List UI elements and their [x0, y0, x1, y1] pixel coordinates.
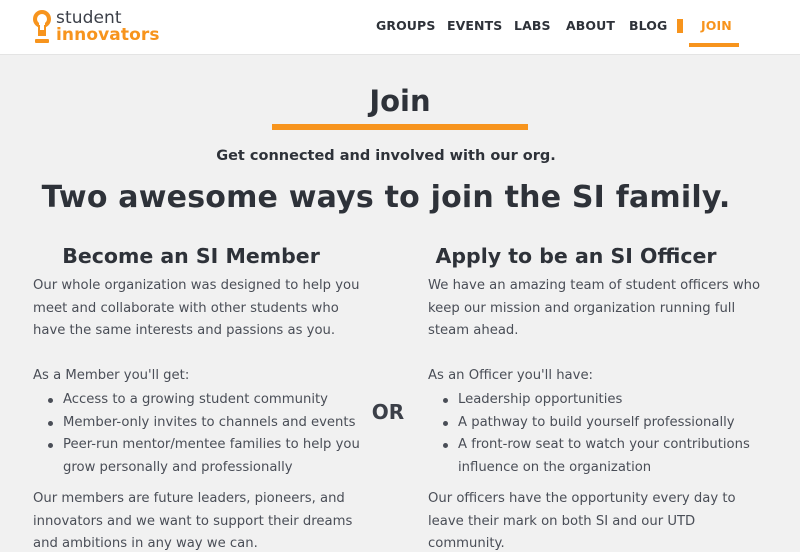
officer-section: Apply to be an SI Officer We have an ama…	[428, 240, 768, 552]
list-item: A pathway to build yourself professional…	[428, 412, 768, 435]
list-item-text: Peer-run mentor/mentee families to help …	[63, 437, 360, 475]
member-benefits-lead: As a Member you'll get:	[33, 367, 190, 383]
page-subtitle: Get connected and involved with our org.	[216, 148, 556, 164]
bullet-icon	[443, 420, 448, 426]
site-header: student innovators GROUPS EVENTS LABS AB…	[0, 0, 800, 55]
officer-intro: We have an amazing team of student offic…	[428, 278, 761, 338]
page-title: Join	[369, 84, 431, 118]
bullet-icon	[48, 443, 53, 448]
nav-link-events[interactable]: EVENTS	[447, 18, 502, 33]
nav-separator-bar	[677, 19, 683, 33]
list-item: Member-only invites to channels and even…	[33, 412, 373, 435]
bullet-icon	[48, 420, 53, 426]
member-benefits-list: Access to a growing student community Me…	[33, 389, 373, 479]
member-intro: Our whole organization was designed to h…	[33, 278, 360, 338]
member-heading: Become an SI Member	[62, 244, 320, 268]
member-closing: Our members are future leaders, pioneers…	[33, 491, 353, 551]
or-divider: OR	[371, 400, 405, 424]
bullet-icon	[48, 398, 53, 403]
nav-link-about[interactable]: ABOUT	[566, 18, 615, 33]
nav-link-blog[interactable]: BLOG	[629, 18, 667, 33]
officer-heading: Apply to be an SI Officer	[435, 244, 717, 268]
nav-link-join[interactable]: JOIN	[701, 18, 732, 33]
nav-active-underline	[689, 43, 739, 47]
officer-closing: Our officers have the opportunity every …	[428, 491, 736, 551]
list-item-text: A pathway to build yourself professional…	[458, 414, 735, 430]
title-underline	[272, 124, 528, 130]
list-item: Access to a growing student community	[33, 389, 373, 412]
list-item-text: Access to a growing student community	[63, 392, 328, 407]
list-item-text: Leadership opportunities	[458, 392, 623, 407]
page-headline: Two awesome ways to join the SI family.	[41, 180, 731, 215]
list-item-text: Member-only invites to channels and even…	[63, 414, 356, 430]
main-nav: GROUPS EVENTS LABS ABOUT BLOG JOIN	[0, 0, 800, 55]
list-item: Peer-run mentor/mentee families to help …	[33, 434, 373, 479]
list-item: A front-row seat to watch your contribut…	[428, 434, 768, 479]
officer-benefits-lead: As an Officer you'll have:	[428, 367, 593, 383]
bullet-icon	[443, 398, 448, 403]
list-item: Leadership opportunities	[428, 389, 768, 412]
list-item-text: A front-row seat to watch your contribut…	[458, 437, 750, 475]
officer-benefits-list: Leadership opportunities A pathway to bu…	[428, 389, 768, 479]
nav-link-labs[interactable]: LABS	[514, 18, 551, 33]
nav-link-groups[interactable]: GROUPS	[376, 18, 435, 33]
member-section: Become an SI Member Our whole organizati…	[33, 240, 373, 552]
bullet-icon	[443, 443, 448, 448]
